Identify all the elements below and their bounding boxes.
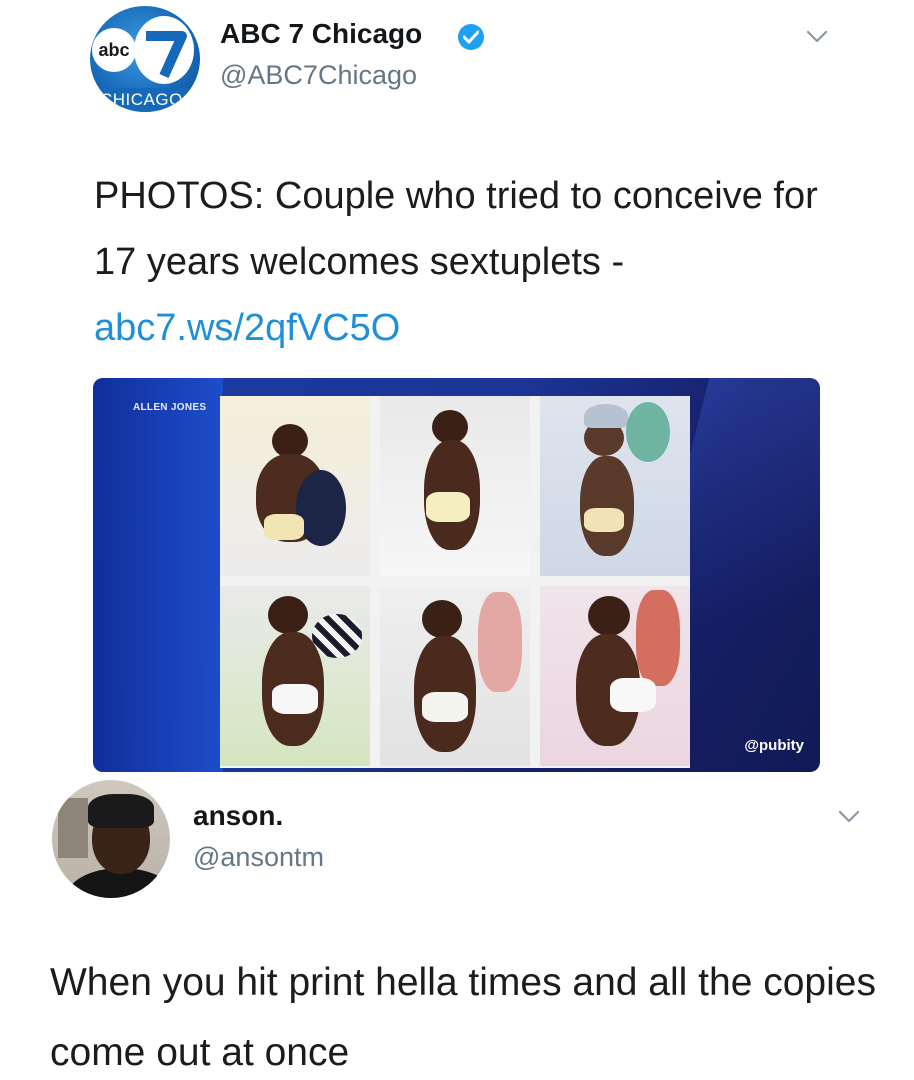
verified-badge-icon: [458, 24, 484, 50]
avatar-cap: [88, 794, 154, 828]
baby-photo: [220, 586, 370, 766]
reply-author-handle[interactable]: @ansontm: [193, 842, 324, 873]
chicago-band-text: CHICAGO: [100, 90, 183, 109]
author-handle[interactable]: @ABC7Chicago: [220, 60, 417, 91]
media-bg-glow: [93, 378, 223, 772]
baby-photo: [540, 396, 690, 576]
tweet-body: PHOTOS: Couple who tried to conceive for…: [94, 175, 818, 283]
tweet-abc7: abc CHICAGO ABC 7 Chicago @ABC7Chicago P…: [0, 0, 914, 780]
tweet-media[interactable]: ALLEN JONES @pubity: [93, 378, 820, 772]
media-watermark: @pubity: [744, 737, 804, 754]
baby-photo: [380, 586, 530, 766]
photo-grid: [220, 396, 690, 768]
reply-author-name[interactable]: anson.: [193, 800, 283, 832]
tweet-link[interactable]: abc7.ws/2qfVC5O: [94, 307, 400, 349]
chevron-down-icon[interactable]: [838, 810, 860, 824]
tweet-text: PHOTOS: Couple who tried to conceive for…: [94, 163, 854, 361]
photo-credit: ALLEN JONES: [133, 402, 207, 413]
baby-photo: [380, 396, 530, 576]
reply-text: When you hit print hella times and all t…: [50, 961, 876, 1074]
seven-logo: [134, 16, 194, 84]
chevron-down-icon[interactable]: [806, 30, 828, 44]
abc-logo: abc: [92, 28, 136, 72]
author-name[interactable]: ABC 7 Chicago: [220, 18, 422, 50]
baby-photo: [220, 396, 370, 576]
tweet-anson: anson. @ansontm When you hit print hella…: [0, 780, 914, 1080]
avatar-background-frame: [58, 798, 88, 858]
author-avatar-abc7[interactable]: abc CHICAGO: [90, 6, 200, 112]
baby-photo: [540, 586, 690, 766]
author-avatar-anson[interactable]: [52, 780, 170, 898]
